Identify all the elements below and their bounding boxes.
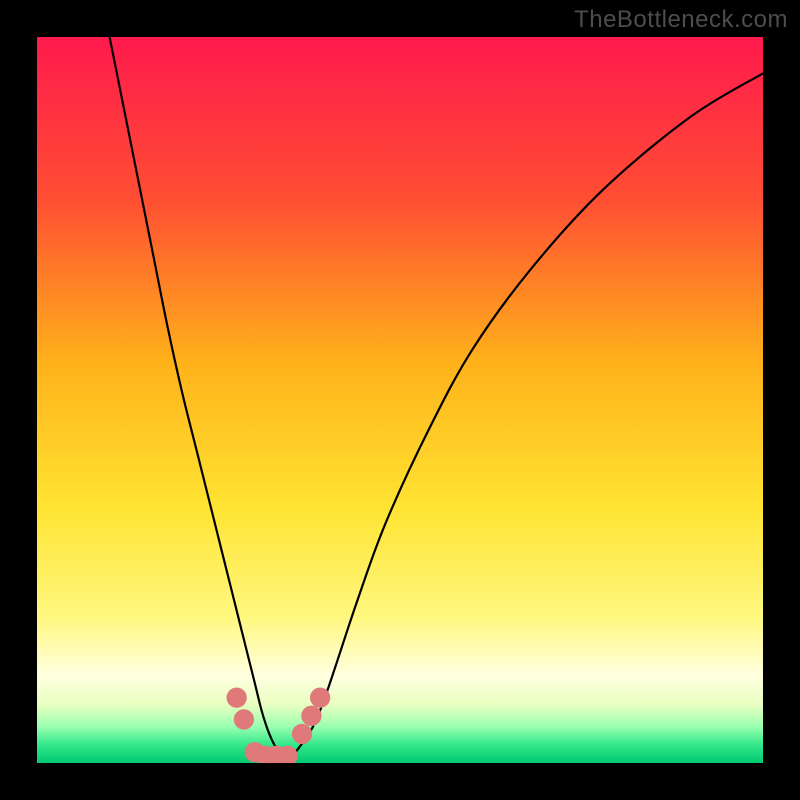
valley-dot (310, 687, 330, 707)
bottleneck-curve (110, 37, 763, 757)
watermark-text: TheBottleneck.com (574, 6, 788, 34)
chart-frame: TheBottleneck.com (0, 0, 800, 800)
valley-dot (301, 706, 321, 726)
plot-area (37, 37, 763, 763)
valley-markers (226, 687, 330, 763)
curve-layer (37, 37, 763, 763)
valley-dot (292, 724, 312, 744)
valley-dot (234, 709, 254, 729)
valley-dot (226, 687, 246, 707)
